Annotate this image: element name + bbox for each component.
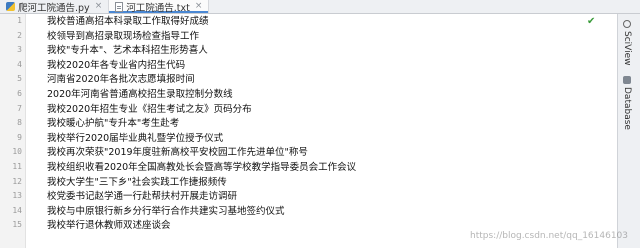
text-file-icon bbox=[115, 1, 124, 12]
line-number: 10 bbox=[12, 147, 22, 157]
text-line[interactable]: 我校举行退休教师双述座谈会 bbox=[47, 220, 171, 232]
python-file-icon bbox=[6, 2, 15, 11]
line-number: 5 bbox=[17, 74, 22, 84]
line-number: 3 bbox=[17, 45, 22, 55]
line-number: 14 bbox=[12, 205, 22, 215]
line-number: 8 bbox=[17, 118, 22, 128]
database-icon bbox=[623, 76, 631, 84]
text-line[interactable]: 我校2020年各专业省内招生代码 bbox=[47, 60, 185, 72]
tab-py-file[interactable]: 爬河工院通告.py × bbox=[0, 0, 110, 14]
text-line[interactable]: 我校"专升本"、艺术本科招生形势喜人 bbox=[47, 45, 208, 57]
text-line[interactable]: 河南省2020年各批次志愿填报时间 bbox=[47, 74, 195, 86]
sciview-label: SciView bbox=[622, 31, 632, 66]
line-number-gutter: 1 2 3 4 5 6 7 8 9 10 11 12 13 14 15 bbox=[0, 14, 26, 248]
text-line[interactable]: 我校与中原银行新乡分行举行合作共建实习基地签约仪式 bbox=[47, 206, 285, 218]
watermark: https://blog.csdn.net/qq_16146103 bbox=[470, 231, 629, 241]
check-icon: ✔ bbox=[587, 16, 596, 27]
line-number: 11 bbox=[12, 162, 22, 171]
line-number: 2 bbox=[17, 30, 22, 40]
database-label: Database bbox=[622, 87, 632, 130]
sciview-tab[interactable]: SciView bbox=[622, 20, 632, 66]
right-tool-strip: SciView Database bbox=[617, 14, 640, 248]
tab-label: 河工院通告.txt bbox=[126, 2, 190, 14]
line-number: 15 bbox=[12, 220, 22, 230]
line-number: 6 bbox=[17, 89, 22, 98]
text-line[interactable]: 我校2020年招生专业《招生考试之友》页码分布 bbox=[47, 104, 252, 116]
tab-label: 爬河工院通告.py bbox=[18, 2, 90, 14]
line-number: 9 bbox=[17, 132, 22, 142]
text-line[interactable]: 2020年河南省普通高校招生录取控制分数线 bbox=[47, 89, 233, 101]
line-number: 4 bbox=[17, 59, 22, 69]
text-line[interactable]: 校党委书记赵学通一行赴帮扶村开展走访调研 bbox=[47, 191, 237, 203]
line-number: 1 bbox=[17, 16, 22, 25]
text-line[interactable]: 我校大学生"三下乡"社会实践工作捷报频传 bbox=[47, 177, 227, 189]
editor-tab-bar: 爬河工院通告.py × 河工院通告.txt × bbox=[0, 0, 640, 14]
line-number: 7 bbox=[17, 103, 22, 113]
text-line[interactable]: 我校举行2020届毕业典礼暨学位授予仪式 bbox=[47, 133, 223, 145]
database-tab[interactable]: Database bbox=[622, 76, 632, 130]
text-editor[interactable]: 我校普通高招本科录取工作取得好成绩 校领导到高招录取现场检查指导工作 我校"专升本"… bbox=[27, 14, 615, 248]
text-line[interactable]: 我校暖心护航"专升本"考生赴考 bbox=[47, 118, 179, 130]
close-icon[interactable]: × bbox=[195, 2, 203, 11]
line-number: 13 bbox=[12, 191, 22, 201]
line-number: 12 bbox=[12, 176, 22, 186]
tab-txt-file[interactable]: 河工院通告.txt × bbox=[109, 0, 210, 14]
text-line[interactable]: 我校再次荣获"2019年度驻新高校平安校园工作先进单位"称号 bbox=[47, 147, 308, 159]
sciview-icon bbox=[623, 20, 631, 28]
text-line[interactable]: 我校组织收看2020年全国高教处长会暨高等学校教学指导委员会工作会议 bbox=[47, 162, 356, 174]
text-line[interactable]: 我校普通高招本科录取工作取得好成绩 bbox=[47, 16, 209, 28]
close-icon[interactable]: × bbox=[95, 2, 103, 11]
text-line[interactable]: 校领导到高招录取现场检查指导工作 bbox=[47, 31, 199, 43]
